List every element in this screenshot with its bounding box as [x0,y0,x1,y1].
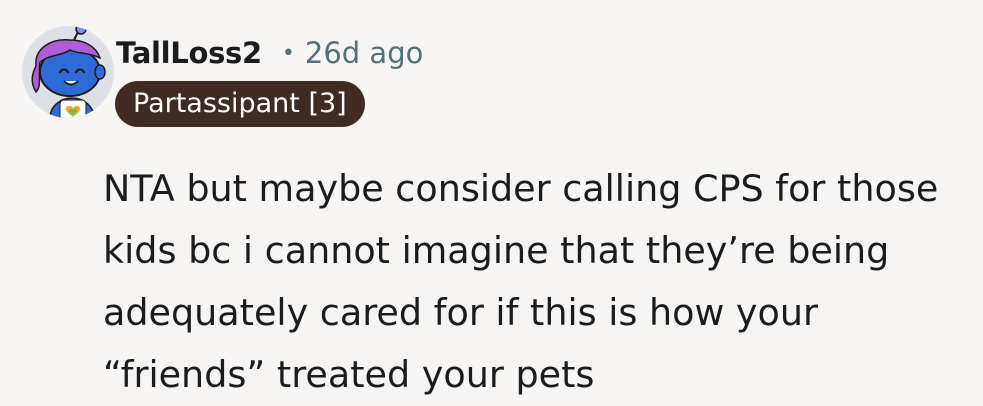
comment-body-line: adequately cared for if this is how your [103,291,818,334]
comment-body-line: kids bc i cannot imagine that they’re be… [103,229,890,272]
user-flair-badge[interactable]: Partassipant [3] [115,81,365,127]
user-avatar-icon[interactable] [22,26,114,118]
separator-dot: • [281,40,295,66]
comment-body-line: NTA but maybe consider calling CPS for t… [103,167,939,210]
comment-body-line: “friends” treated your pets [103,353,595,396]
comment-meta: TallLoss2 • 26d ago [116,30,423,76]
comment-body: NTA but maybe consider calling CPS for t… [103,158,963,406]
comment-timestamp[interactable]: 26d ago [305,36,423,70]
username-link[interactable]: TallLoss2 [116,36,262,70]
comment: TallLoss2 • 26d ago Partassipant [3] NTA… [0,0,983,402]
